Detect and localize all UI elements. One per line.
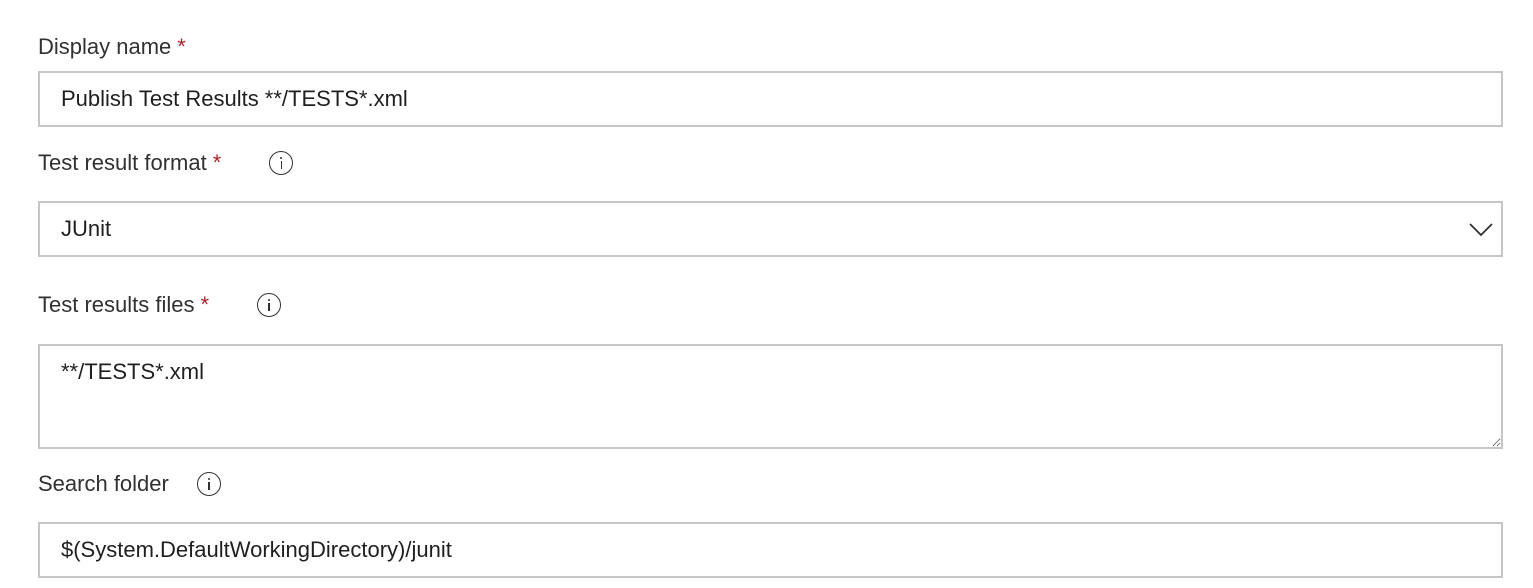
required-asterisk: * [212,150,222,175]
display-name-input[interactable] [38,71,1503,127]
test-results-files-label-text: Test results files [38,292,195,317]
test-results-files-label: Test results files * [38,291,282,319]
test-result-format-label: Test result format * [38,149,294,177]
test-result-format-label-text: Test result format [38,150,207,175]
display-name-label: Display name * [38,33,186,61]
chevron-down-icon [1469,223,1493,237]
test-result-format-value: JUnit [61,216,112,241]
required-asterisk: * [177,34,186,59]
info-icon[interactable] [196,472,221,496]
required-asterisk: * [200,292,210,317]
search-folder-label: Search folder [38,470,221,498]
test-result-format-dropdown[interactable]: JUnit [38,201,1503,257]
search-folder-label-text: Search folder [38,471,169,496]
display-name-label-text: Display name [38,34,172,59]
search-folder-input[interactable] [38,522,1503,578]
info-icon[interactable] [257,293,282,317]
test-results-files-textarea[interactable]: **/TESTS*.xml [38,344,1503,449]
info-icon[interactable] [269,151,294,175]
